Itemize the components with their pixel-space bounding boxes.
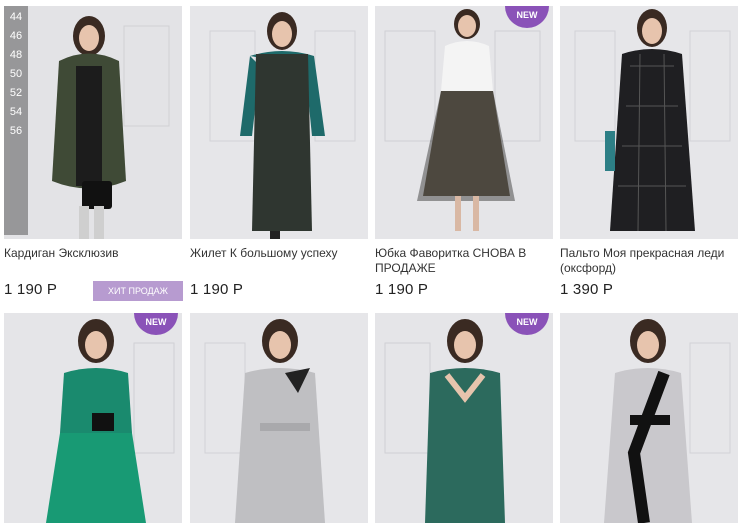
product-title[interactable]: Кардиган Эксклюзив <box>4 246 182 261</box>
product-photo[interactable] <box>4 313 182 523</box>
product-photo[interactable] <box>190 6 368 239</box>
product-photo[interactable] <box>375 6 553 239</box>
product-photo[interactable] <box>375 313 553 523</box>
size-option[interactable]: 54 <box>4 105 28 120</box>
product-price: 1 390 Р <box>560 281 614 298</box>
size-option[interactable]: 50 <box>4 67 28 82</box>
size-option[interactable]: 48 <box>4 48 28 63</box>
product-photo[interactable] <box>190 313 368 523</box>
hit-badge: ХИТ ПРОДАЖ ТОП-50 <box>93 281 183 316</box>
size-option[interactable]: 56 <box>4 124 28 139</box>
product-photo[interactable] <box>4 6 182 239</box>
size-option[interactable]: 44 <box>4 10 28 25</box>
product-grid: 44 46 48 50 52 54 56 Кардиган Эксклюзив … <box>0 0 739 523</box>
product-photo[interactable] <box>560 313 738 523</box>
product-price: 1 190 Р <box>375 281 429 298</box>
product-title[interactable]: Жилет К большому успеху <box>190 246 368 261</box>
size-list: 44 46 48 50 52 54 56 <box>4 6 28 235</box>
product-title[interactable]: Пальто Моя прекрасная леди (оксфорд) <box>560 246 738 276</box>
product-photo[interactable] <box>560 6 738 239</box>
product-price: 1 190 Р <box>190 281 244 298</box>
product-title[interactable]: Юбка Фаворитка СНОВА В ПРОДАЖЕ <box>375 246 553 276</box>
product-price: 1 190 Р <box>4 281 58 298</box>
size-option[interactable]: 46 <box>4 29 28 44</box>
size-option[interactable]: 52 <box>4 86 28 101</box>
